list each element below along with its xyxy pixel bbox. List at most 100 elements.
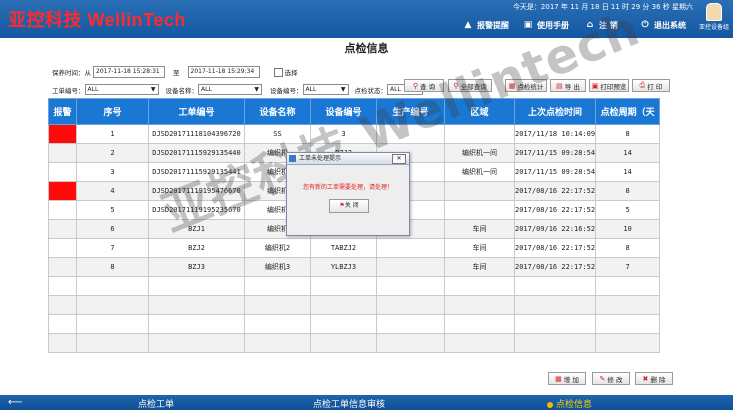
cell-last-time: 2017/11/15 09:28:54 bbox=[513, 143, 597, 163]
nav-logout[interactable]: ⌂ 注 销 bbox=[585, 18, 618, 32]
select-checkbox[interactable] bbox=[273, 67, 283, 77]
preview-icon: ▣ bbox=[591, 81, 599, 90]
col-work-no[interactable]: 工单编号 bbox=[148, 98, 245, 125]
cell-area: 车间 bbox=[444, 219, 515, 239]
device-no-select[interactable]: ALL ▼ bbox=[302, 84, 349, 95]
cell-work-no bbox=[148, 295, 245, 315]
cell-work-no: DJSD20171115929135440 bbox=[148, 143, 245, 163]
edit-button[interactable]: ✎ 修 改 bbox=[592, 372, 630, 385]
table-row[interactable] bbox=[48, 276, 661, 296]
select-checkbox-wrap[interactable]: 选择 bbox=[273, 67, 298, 77]
cell-work-no bbox=[148, 333, 245, 353]
cell-no: 1 bbox=[76, 124, 149, 144]
delete-button-label: 删 除 bbox=[650, 375, 666, 384]
col-cycle[interactable]: 点检周期（天 bbox=[595, 98, 661, 125]
alarm-indicator bbox=[48, 314, 77, 334]
table-row[interactable]: 7 BZJ2 编织机2 TABZJ2 车间 2017/08/16 22:17:52 8 bbox=[48, 238, 661, 258]
footer-nav: ⟵ 点检工单 点检工单信息审核 点检信息 bbox=[0, 395, 733, 410]
print-button-label: 打 印 bbox=[647, 82, 663, 91]
col-seq[interactable]: 序号 bbox=[76, 98, 149, 125]
dialog-titlebar: 工单未处理提示 ✕ bbox=[287, 153, 409, 165]
cell-device-name: 编织机3 bbox=[244, 257, 311, 277]
edit-icon: ✎ bbox=[599, 374, 606, 383]
page-title: 点检信息 bbox=[344, 42, 389, 55]
col-device-name[interactable]: 设备名称 bbox=[244, 98, 311, 125]
query-all-button[interactable]: ⚲ 全部查询 bbox=[448, 79, 492, 92]
search-icon: ⚲ bbox=[412, 81, 419, 90]
nav-alarm-reminder[interactable]: ▲ 报警提醒 bbox=[463, 18, 509, 32]
cell-device-no bbox=[310, 333, 377, 353]
cell-no: 4 bbox=[76, 181, 149, 201]
time-to-label: 至 bbox=[173, 69, 180, 77]
cell-prod-no bbox=[376, 257, 445, 277]
table-row[interactable] bbox=[48, 333, 661, 353]
col-area[interactable]: 区域 bbox=[444, 98, 515, 125]
delete-button[interactable]: ✖ 删 除 bbox=[635, 372, 673, 385]
col-alarm[interactable]: 报警 bbox=[48, 98, 77, 125]
table-row[interactable]: 1 DJSD20171118104396720 SS 3 2017/11/18 10:1… bbox=[48, 124, 661, 144]
print-preview-button[interactable]: ▣ 打印预览 bbox=[589, 79, 629, 92]
col-device-no[interactable]: 设备编号 bbox=[310, 98, 377, 125]
dialog-close-icon[interactable]: ✕ bbox=[392, 154, 406, 164]
footer-tab-check-workorder[interactable]: 点检工单 bbox=[138, 397, 174, 410]
dialog-close-button-label: 关 闭 bbox=[344, 202, 359, 209]
export-button[interactable]: ▤ 导 出 bbox=[550, 79, 586, 92]
chevron-down-icon: ▼ bbox=[340, 86, 346, 93]
alarm-indicator bbox=[48, 276, 77, 296]
print-button[interactable]: ⎙ 打 印 bbox=[632, 79, 670, 92]
nav-exit-system[interactable]: ⏻ 退出系统 bbox=[640, 18, 686, 32]
dialog-close-button[interactable]: ⚑关 闭 bbox=[329, 199, 369, 213]
cell-cycle bbox=[595, 276, 661, 296]
dialog-message: 您有新的工单需要处理，请处理！ bbox=[302, 184, 393, 191]
home-icon: ⌂ bbox=[586, 20, 594, 30]
cell-cycle: 14 bbox=[595, 143, 661, 163]
device-name-label: 设备名称： bbox=[165, 86, 199, 95]
cell-work-no: BZJ1 bbox=[148, 219, 245, 239]
alarm-indicator-on bbox=[48, 124, 77, 144]
alarm-indicator bbox=[48, 257, 77, 277]
print-preview-button-label: 打印预览 bbox=[600, 82, 627, 91]
cell-prod-no bbox=[376, 238, 445, 258]
cell-work-no: DJSD20171119195235670 bbox=[148, 200, 245, 220]
time-to-input[interactable]: 2017-11-18 15:29:34 bbox=[187, 66, 260, 78]
device-name-value: ALL bbox=[201, 86, 212, 93]
cell-last-time bbox=[513, 333, 597, 353]
table-row[interactable] bbox=[48, 295, 661, 315]
cell-work-no: DJSD20171119195476670 bbox=[148, 181, 245, 201]
back-arrow-icon[interactable]: ⟵ bbox=[8, 397, 22, 408]
cell-device-no bbox=[310, 314, 377, 334]
table-row[interactable] bbox=[48, 314, 661, 334]
work-no-label: 工单编号： bbox=[52, 86, 85, 95]
nav-user-manual[interactable]: ▣ 使用手册 bbox=[523, 18, 569, 32]
export-icon: ▤ bbox=[556, 81, 563, 90]
user-profile[interactable]: 亚控设备组 bbox=[699, 3, 729, 31]
footer-tab-workorder-review[interactable]: 点检工单信息审核 bbox=[313, 397, 385, 410]
footer-tab-check-info[interactable]: 点检信息 bbox=[547, 397, 592, 410]
chevron-down-icon: ▼ bbox=[150, 86, 156, 93]
device-no-label: 设备编号： bbox=[270, 86, 303, 95]
table-row[interactable]: 8 BZJ3 编织机3 YLBZJ3 车间 2017/08/16 22:17:52 7 bbox=[48, 257, 661, 277]
col-prod-no[interactable]: 生产编号 bbox=[376, 98, 445, 125]
current-datetime: 今天是：2017 年 11 月 18 日 11 时 29 分 36 秒 星期六 bbox=[512, 3, 693, 11]
stats-button[interactable]: ▦ 点检统计 bbox=[505, 79, 547, 92]
nav-exit-system-label: 退出系统 bbox=[654, 20, 686, 30]
cell-cycle bbox=[595, 333, 661, 353]
work-no-select[interactable]: ALL ▼ bbox=[84, 84, 159, 95]
cell-cycle: 10 bbox=[595, 219, 661, 239]
check-status-value: ALL bbox=[390, 86, 401, 93]
cell-area bbox=[444, 181, 515, 201]
query-button[interactable]: ⚲ 查 询 bbox=[404, 79, 444, 92]
cell-work-no: BZJ3 bbox=[148, 257, 245, 277]
cell-work-no bbox=[148, 314, 245, 334]
cell-device-name bbox=[244, 314, 311, 334]
device-name-select[interactable]: ALL ▼ bbox=[198, 84, 262, 95]
col-last-time[interactable]: 上次点检时间 bbox=[513, 98, 597, 125]
cell-device-no bbox=[310, 295, 377, 315]
cell-area bbox=[444, 295, 515, 315]
add-button[interactable]: ▦ 增 加 bbox=[548, 372, 586, 385]
cell-device-name bbox=[244, 276, 311, 296]
time-from-input[interactable]: 2017-11-18 15:28:31 bbox=[93, 66, 165, 78]
alarm-indicator bbox=[48, 162, 77, 182]
cell-last-time bbox=[513, 295, 597, 315]
time-label: 保养时间：从 bbox=[52, 69, 91, 77]
